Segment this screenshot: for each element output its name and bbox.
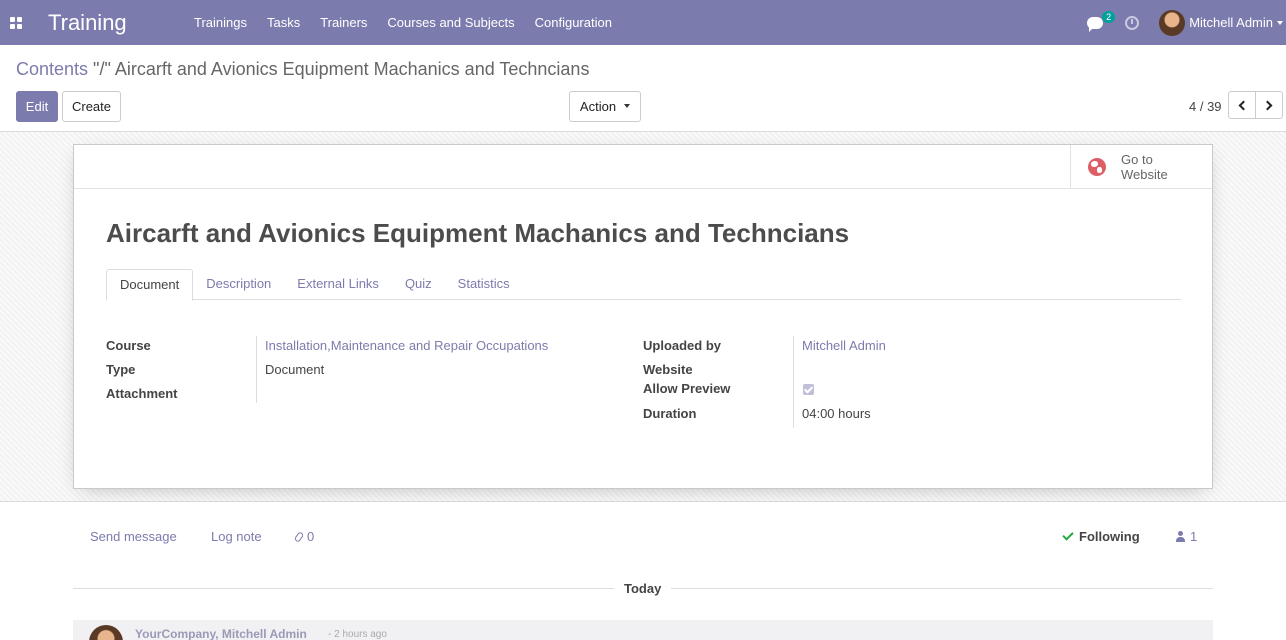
breadcrumb-separator: "/" [88,59,115,79]
globe-icon [1088,158,1106,176]
pager-previous-button[interactable] [1228,91,1256,119]
user-avatar[interactable] [1159,9,1186,36]
form-sheet: Go to Website Aircarft and Avionics Equi… [73,144,1213,489]
send-message-button[interactable]: Send message [90,529,177,544]
action-label: Action [579,99,617,114]
following-label: Following [1079,529,1140,544]
uploaded-by-label: Uploaded by [643,338,722,353]
pager-next-button[interactable] [1255,91,1283,119]
apps-menu-icon[interactable] [0,0,32,45]
top-navbar: Training Trainings Tasks Trainers Course… [0,0,1286,45]
chatter: Send message Log note 0 Following 1 Toda… [0,502,1286,640]
tab-external-links[interactable]: External Links [284,269,392,300]
record-title: Aircarft and Avionics Equipment Machanic… [106,218,850,248]
user-icon [1176,531,1185,542]
tab-description[interactable]: Description [193,269,284,300]
following-button[interactable]: Following [1062,529,1140,544]
attachments-button[interactable]: 0 [293,529,315,544]
chevron-right-icon [1262,100,1273,110]
activity-clock-icon[interactable] [1125,15,1140,30]
chat-count-badge: 2 [1102,10,1116,23]
notebook-tabs: Document Description External Links Quiz… [106,269,1181,301]
edit-button[interactable]: Edit [16,91,58,122]
attachment-label: Attachment [106,386,178,401]
button-box: Go to Website [74,145,1212,189]
log-note-button[interactable]: Log note [211,529,262,544]
caret-down-icon [624,103,631,108]
followers-count: 1 [1190,529,1198,544]
breadcrumb-current: Aircarft and Avionics Equipment Machanic… [114,59,590,79]
attachments-count: 0 [307,529,315,544]
course-label: Course [106,338,151,353]
go-to-website-button[interactable]: Go to Website [1070,145,1212,189]
breadcrumb-contents-link[interactable]: Contents [16,59,88,79]
chat-icon[interactable]: 2 [1087,10,1116,32]
message-item: YourCompany, Mitchell Admin - 2 hours ag… [73,620,1213,640]
action-dropdown-button[interactable]: Action [569,91,641,122]
message-author-avatar[interactable] [89,625,123,640]
pager-value[interactable]: 4 / 39 [1189,99,1222,114]
menu-item-trainings[interactable]: Trainings [184,0,257,45]
allow-preview-checkbox[interactable] [803,384,814,395]
chevron-left-icon [1238,100,1249,110]
create-button[interactable]: Create [62,91,121,122]
menu-item-configuration[interactable]: Configuration [525,0,622,45]
message-author[interactable]: YourCompany, Mitchell Admin [135,627,307,640]
tab-statistics[interactable]: Statistics [445,269,523,300]
date-separator-label: Today [614,581,672,596]
left-field-divider [256,336,257,403]
course-value-link[interactable]: Installation,Maintenance and Repair Occu… [265,338,548,353]
message-time: - 2 hours ago [328,629,387,640]
user-menu-name[interactable]: Mitchell Admin [1189,15,1273,30]
duration-value: 04:00 hours [802,406,871,421]
user-menu-caret-icon[interactable] [1277,20,1283,25]
tab-quiz[interactable]: Quiz [392,269,445,300]
type-value: Document [265,362,325,377]
followers-button[interactable]: 1 [1176,529,1197,544]
app-brand[interactable]: Training [48,10,168,36]
menu-item-courses-and-subjects[interactable]: Courses and Subjects [377,0,524,45]
menu-item-tasks[interactable]: Tasks [257,0,310,45]
menu-item-trainers[interactable]: Trainers [310,0,377,45]
type-label: Type [106,362,136,377]
check-icon [1062,529,1074,541]
right-field-divider [793,336,794,428]
breadcrumb: Contents "/" Aircarft and Avionics Equip… [16,59,589,80]
navbar-right: 2 Mitchell Admin [1087,0,1286,45]
website-label: Website [643,362,693,377]
go-to-website-label: Go to Website [1121,152,1168,182]
duration-label: Duration [643,406,697,421]
tab-document[interactable]: Document [106,269,194,301]
main-menu: Trainings Tasks Trainers Courses and Sub… [184,0,622,45]
uploaded-by-value-link[interactable]: Mitchell Admin [802,338,886,353]
allow-preview-label: Allow Preview [643,381,731,396]
paperclip-icon [293,531,305,543]
control-panel: Contents "/" Aircarft and Avionics Equip… [0,45,1286,132]
